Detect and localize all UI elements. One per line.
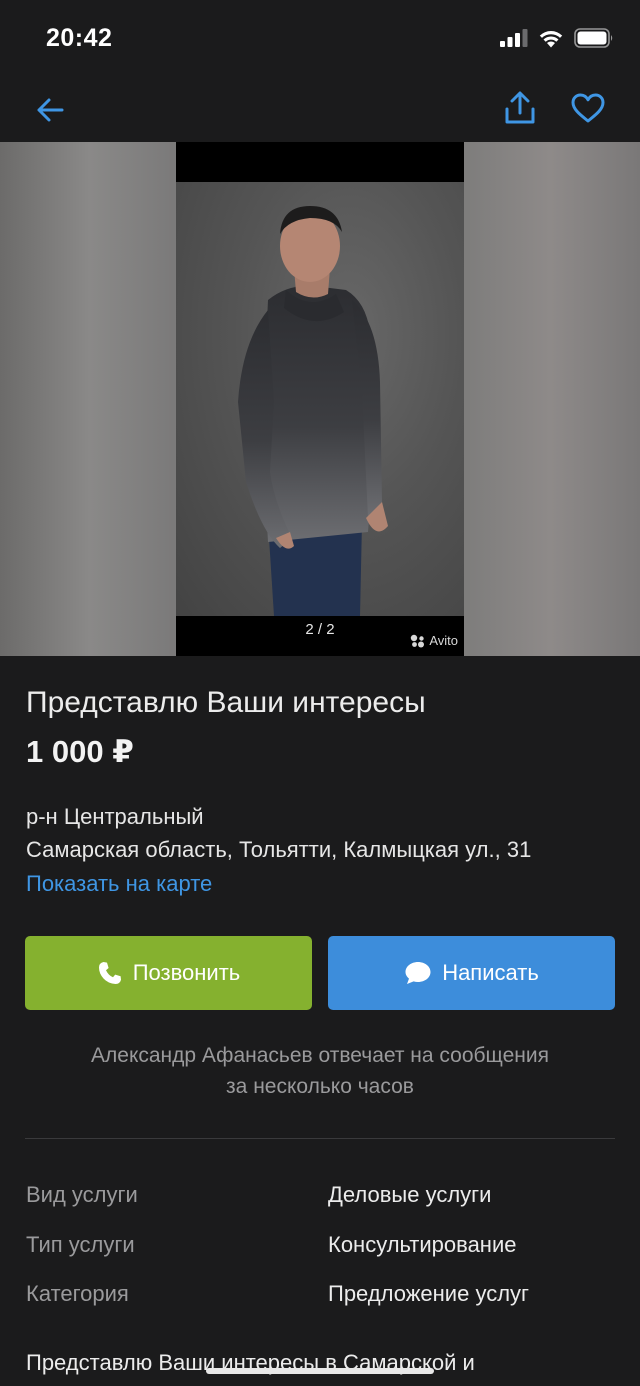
param-label-service-kind: Вид услуги bbox=[26, 1182, 138, 1207]
back-button[interactable] bbox=[30, 90, 70, 130]
call-button[interactable]: Позвонить bbox=[25, 936, 312, 1010]
param-label-category: Категория bbox=[26, 1281, 129, 1306]
share-button[interactable] bbox=[500, 88, 540, 128]
phone-icon bbox=[98, 962, 121, 984]
write-button-label: Написать bbox=[442, 960, 539, 985]
wifi-icon bbox=[539, 30, 563, 47]
call-button-label: Позвонить bbox=[132, 960, 241, 985]
arrow-left-icon bbox=[37, 98, 64, 122]
cellular-signal-icon bbox=[500, 29, 528, 47]
write-message-button[interactable]: Написать bbox=[328, 936, 615, 1010]
photo-frame: 2 / 2 Avito bbox=[176, 142, 464, 656]
listing-title: Представлю Ваши интересы bbox=[26, 686, 426, 719]
avito-watermark: Avito bbox=[410, 633, 458, 648]
listing-district: р-н Центральный bbox=[26, 804, 204, 829]
share-icon bbox=[505, 91, 535, 124]
watermark-text: Avito bbox=[429, 633, 458, 648]
seller-response-line-2: за несколько часов bbox=[226, 1075, 414, 1098]
status-time: 20:42 bbox=[46, 24, 113, 52]
param-value-service-kind: Деловые услуги bbox=[328, 1182, 492, 1207]
home-indicator bbox=[206, 1368, 434, 1374]
param-value-category: Предложение услуг bbox=[328, 1281, 530, 1306]
seller-response-line-1: Александр Афанасьев отвечает на сообщени… bbox=[91, 1044, 549, 1067]
heart-icon bbox=[571, 93, 605, 123]
listing-price: 1 000 ₽ bbox=[26, 734, 134, 769]
navigation-bar bbox=[0, 76, 640, 142]
status-icons bbox=[500, 26, 614, 50]
avito-logo-icon bbox=[411, 634, 425, 647]
chat-bubble-icon bbox=[405, 962, 431, 984]
person-photo-illustration bbox=[238, 206, 388, 616]
show-on-map-link[interactable]: Показать на карте bbox=[26, 871, 212, 897]
battery-icon bbox=[574, 28, 613, 48]
seller-response-note: Александр Афанасьев отвечает на сообщени… bbox=[40, 1040, 600, 1102]
section-divider bbox=[25, 1138, 615, 1139]
listing-photo[interactable] bbox=[176, 182, 464, 616]
photo-gallery[interactable]: 2 / 2 Avito bbox=[0, 142, 640, 656]
status-bar: 20:42 bbox=[0, 0, 640, 76]
favorite-button[interactable] bbox=[566, 88, 610, 128]
param-label-service-type: Тип услуги bbox=[26, 1232, 135, 1257]
listing-address: Самарская область, Тольятти, Калмыцкая у… bbox=[26, 837, 532, 862]
param-value-service-type: Консультирование bbox=[328, 1232, 517, 1257]
